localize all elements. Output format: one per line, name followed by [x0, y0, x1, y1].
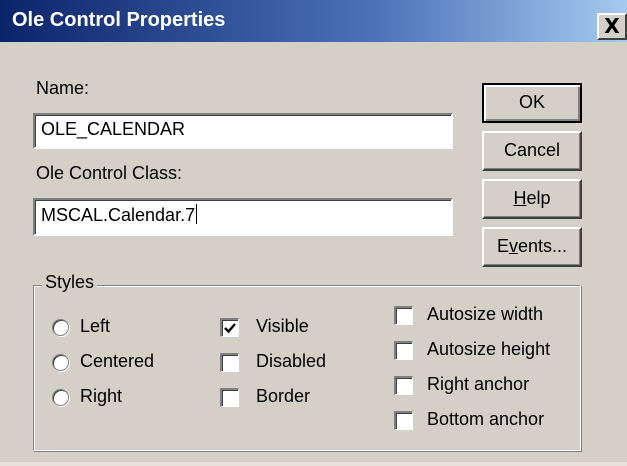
events-label-end: ents...	[517, 236, 568, 256]
radio-right-label: Right	[80, 386, 123, 406]
cancel-button-label: Cancel	[503, 140, 561, 160]
title-bar[interactable]: Ole Control Properties X	[0, 0, 627, 42]
autosize-width-label: Autosize width	[427, 304, 544, 324]
close-icon: X	[604, 14, 620, 38]
name-label: Name:	[36, 78, 90, 98]
disabled-label: Disabled	[256, 351, 327, 371]
cancel-button[interactable]: Cancel	[482, 131, 582, 171]
class-field-value: MSCAL.Calendar.7	[41, 205, 196, 225]
visible-label: Visible	[256, 316, 309, 336]
autosize-height-label: Autosize height	[427, 339, 551, 359]
border-label: Border	[256, 386, 311, 406]
help-mnemonic: H	[513, 188, 527, 208]
events-label-start: E	[496, 236, 509, 256]
help-button[interactable]: Help	[482, 179, 582, 219]
autosize-width-checkbox[interactable]	[394, 306, 413, 325]
ole-control-properties-dialog: Ole Control Properties X Name: OLE_CALEN…	[0, 0, 627, 462]
help-button-label: elp	[526, 188, 551, 208]
right-anchor-checkbox[interactable]	[394, 376, 413, 395]
radio-centered[interactable]	[52, 354, 69, 371]
bottom-anchor-checkbox[interactable]	[394, 411, 413, 430]
name-field[interactable]: OLE_CALENDAR	[33, 113, 453, 149]
close-button[interactable]: X	[597, 13, 627, 40]
class-field[interactable]: MSCAL.Calendar.7	[33, 198, 453, 236]
ok-button[interactable]: OK	[482, 83, 582, 123]
visible-checkbox[interactable]	[220, 318, 239, 337]
name-field-value: OLE_CALENDAR	[41, 119, 186, 139]
radio-right[interactable]	[52, 389, 69, 406]
radio-left[interactable]	[52, 319, 69, 336]
styles-legend: Styles	[42, 272, 98, 293]
window-title: Ole Control Properties	[12, 9, 226, 31]
radio-left-label: Left	[80, 316, 111, 336]
disabled-checkbox[interactable]	[220, 353, 239, 372]
right-anchor-label: Right anchor	[427, 374, 530, 394]
events-button[interactable]: Events...	[482, 227, 582, 267]
text-caret	[196, 204, 198, 224]
autosize-height-checkbox[interactable]	[394, 341, 413, 360]
border-checkbox[interactable]	[220, 388, 239, 407]
checkmark-icon	[224, 323, 236, 334]
radio-centered-label: Centered	[80, 351, 155, 371]
events-mnemonic: v	[508, 236, 518, 256]
ok-button-label: OK	[518, 92, 545, 112]
bottom-anchor-label: Bottom anchor	[427, 409, 545, 429]
class-label: Ole Control Class:	[36, 163, 183, 183]
